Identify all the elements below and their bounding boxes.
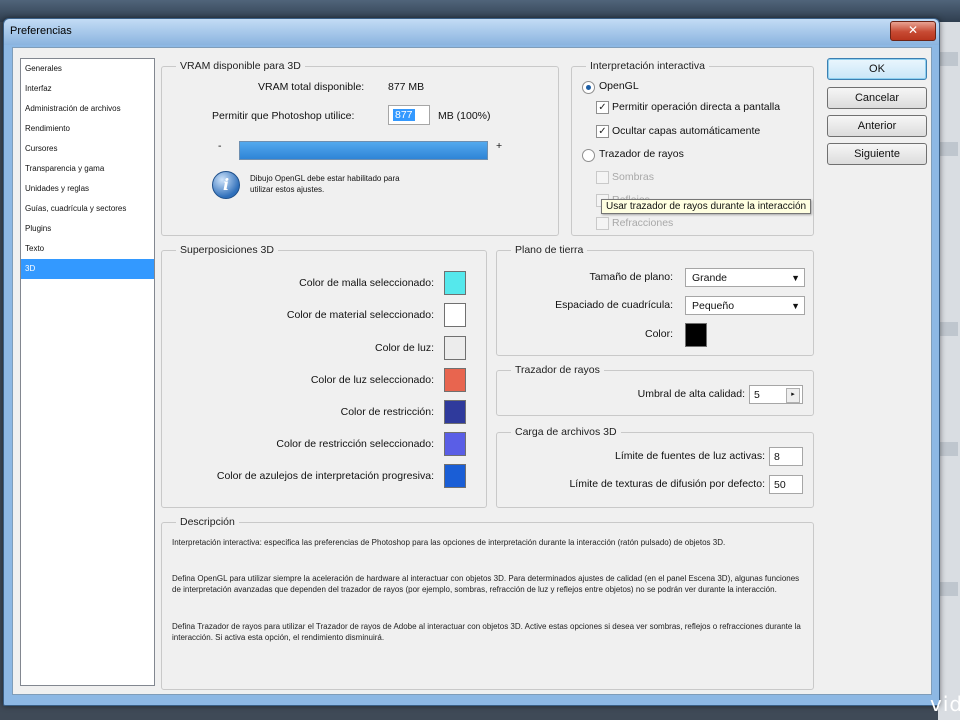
auto-hide-checkbox[interactable]: ✓ [596, 125, 609, 138]
light-color-swatch[interactable] [444, 336, 466, 360]
plane-size-label: Tamaño de plano: [589, 271, 673, 283]
stepper-icon[interactable]: ▸ [786, 388, 800, 403]
description-group: Descripción Interpretación interactiva: … [161, 516, 814, 690]
vram-total-label: VRAM total disponible: [258, 81, 365, 93]
nav-item-3d[interactable]: 3D [21, 259, 154, 279]
refractions-label: Refracciones [612, 217, 674, 229]
direct-op-checkbox[interactable]: ✓ [596, 101, 609, 114]
constraint-color-swatch[interactable] [444, 400, 466, 424]
mesh-color-label: Color de malla seleccionado: [299, 277, 434, 289]
light-sources-label: Límite de fuentes de luz activas: [615, 450, 765, 462]
previous-button[interactable]: Anterior [827, 115, 927, 137]
overlays-legend: Superposiciones 3D [176, 244, 278, 256]
nav-item-plugins[interactable]: Plugins [21, 219, 154, 239]
vram-allow-input[interactable]: 877 [388, 105, 430, 125]
shadows-checkbox[interactable] [596, 171, 609, 184]
light-color-label: Color de luz: [375, 342, 434, 354]
ground-plane-group: Plano de tierra Tamaño de plano: Grande ▼… [496, 244, 814, 356]
shadows-label: Sombras [612, 171, 655, 183]
vram-slider[interactable] [239, 141, 488, 160]
interactive-legend: Interpretación interactiva [586, 60, 709, 72]
preferences-dialog: Preferencias ✕ Generales Interfaz Admini… [3, 18, 940, 706]
raytracer-group: Trazador de rayos Umbral de alta calidad… [496, 364, 814, 416]
auto-hide-label: Ocultar capas automáticamente [612, 125, 761, 137]
info-icon: i [212, 171, 240, 199]
direct-op-label: Permitir operación directa a pantalla [612, 101, 781, 113]
vram-allow-value: 877 [393, 109, 415, 121]
plane-size-select[interactable]: Grande ▼ [685, 268, 805, 287]
dialog-body: Generales Interfaz Administración de arc… [12, 47, 932, 695]
ground-color-label: Color: [644, 328, 673, 340]
chevron-down-icon: ▼ [791, 301, 800, 311]
raytracer-tooltip: Usar trazador de rayos durante la intera… [601, 199, 812, 214]
chevron-down-icon: ▼ [791, 273, 800, 283]
raytracer-legend: Trazador de rayos [511, 364, 604, 376]
constraint-color-label: Color de restricción: [340, 406, 434, 418]
vram-info-text: Dibujo OpenGL debe estar habilitado para… [250, 174, 400, 194]
vram-legend: VRAM disponible para 3D [176, 60, 305, 72]
material-color-swatch[interactable] [444, 303, 466, 327]
grid-spacing-value: Pequeño [692, 300, 735, 312]
raytracer-radio[interactable] [582, 149, 595, 162]
raytracer-label: Trazador de rayos [599, 148, 684, 160]
title-bar[interactable]: Preferencias ✕ [4, 19, 939, 45]
nav-item-unidades[interactable]: Unidades y reglas [21, 179, 154, 199]
nav-item-generales[interactable]: Generales [21, 59, 154, 79]
dialog-title: Preferencias [10, 25, 72, 37]
close-button[interactable]: ✕ [890, 21, 936, 41]
plane-size-value: Grande [692, 272, 728, 284]
ground-color-swatch[interactable] [685, 323, 707, 347]
refractions-checkbox[interactable] [596, 217, 609, 230]
background-app-panel [938, 22, 960, 720]
description-p2: Defina OpenGL para utilizar siempre la a… [172, 574, 800, 594]
overlays-group: Superposiciones 3D Color de malla selecc… [161, 244, 487, 508]
grid-spacing-label: Espaciado de cuadrícula: [555, 299, 673, 311]
vram-total-value: 877 MB [388, 81, 425, 93]
constraint-selected-color-label: Color de restricción seleccionado: [276, 438, 434, 450]
vram-group: VRAM disponible para 3D VRAM total dispo… [161, 60, 559, 236]
nav-item-rendimiento[interactable]: Rendimiento [21, 119, 154, 139]
file-loading-group: Carga de archivos 3D Límite de fuentes d… [496, 426, 814, 508]
threshold-value: 5 [754, 389, 760, 401]
constraint-selected-color-swatch[interactable] [444, 432, 466, 456]
nav-item-interfaz[interactable]: Interfaz [21, 79, 154, 99]
nav-item-cursores[interactable]: Cursores [21, 139, 154, 159]
description-p3: Defina Trazador de rayos para utilizar e… [172, 622, 801, 642]
nav-item-guias[interactable]: Guías, cuadrícula y sectores [21, 199, 154, 219]
vram-allow-unit: MB (100%) [438, 110, 491, 122]
progressive-color-swatch[interactable] [444, 464, 466, 488]
slider-min-label: - [218, 140, 222, 152]
grid-spacing-select[interactable]: Pequeño ▼ [685, 296, 805, 315]
mesh-color-swatch[interactable] [444, 271, 466, 295]
description-p1: Interpretación interactiva: especifica l… [172, 538, 726, 547]
watermark: vid [930, 692, 960, 716]
nav-item-transparencia[interactable]: Transparencia y gama [21, 159, 154, 179]
light-selected-color-swatch[interactable] [444, 368, 466, 392]
material-color-label: Color de material seleccionado: [286, 309, 434, 321]
next-button[interactable]: Siguiente [827, 143, 927, 165]
diffuse-textures-input[interactable]: 50 [769, 475, 803, 494]
slider-max-label: + [496, 140, 503, 152]
opengl-radio[interactable] [582, 81, 595, 94]
close-icon: ✕ [907, 23, 919, 37]
diffuse-textures-label: Límite de texturas de difusión por defec… [569, 478, 765, 490]
threshold-label: Umbral de alta calidad: [637, 388, 745, 400]
vram-allow-label: Permitir que Photoshop utilice: [212, 110, 355, 122]
cancel-button[interactable]: Cancelar [827, 87, 927, 109]
ok-button[interactable]: OK [827, 58, 927, 80]
category-list[interactable]: Generales Interfaz Administración de arc… [20, 58, 155, 686]
light-sources-input[interactable]: 8 [769, 447, 803, 466]
nav-item-administracion-archivos[interactable]: Administración de archivos [21, 99, 154, 119]
threshold-stepper[interactable]: 5 ▸ [749, 385, 803, 404]
description-legend: Descripción [176, 516, 239, 528]
opengl-label: OpenGL [599, 80, 639, 92]
progressive-color-label: Color de azulejos de interpretación prog… [216, 470, 434, 482]
light-selected-color-label: Color de luz seleccionado: [310, 374, 434, 386]
loading-legend: Carga de archivos 3D [511, 426, 621, 438]
ground-legend: Plano de tierra [511, 244, 588, 256]
nav-item-texto[interactable]: Texto [21, 239, 154, 259]
